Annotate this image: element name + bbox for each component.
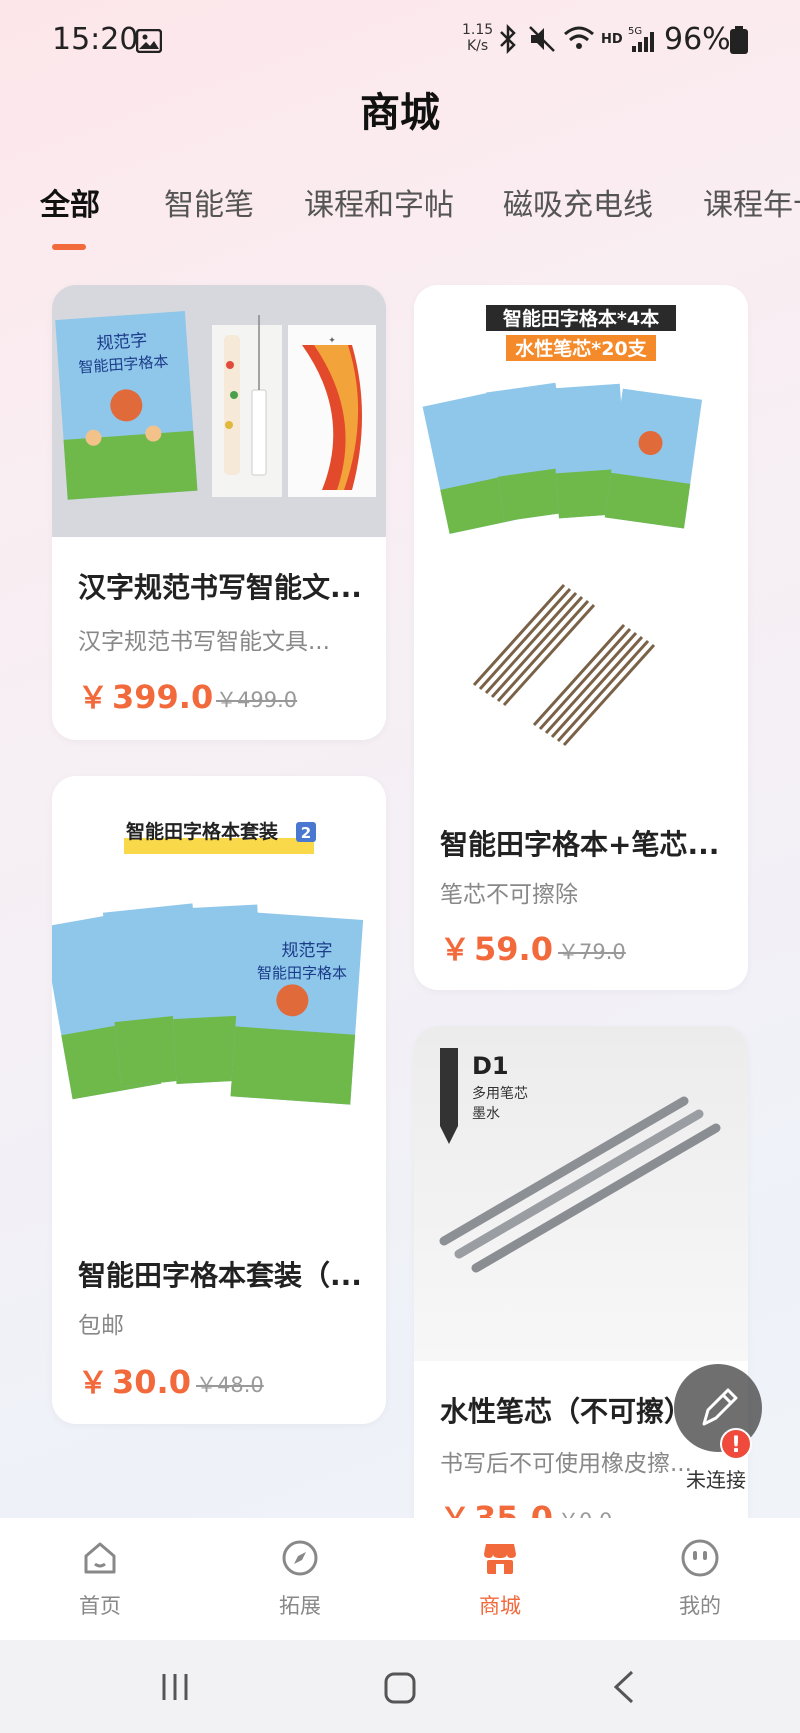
product-image: 智能田字格本套装 2 规范字 智能田字格本 <box>52 776 386 1216</box>
tab-smart-pen[interactable]: 智能笔 <box>164 180 254 224</box>
nav-home[interactable]: 首页 <box>40 1518 160 1640</box>
product-image: 智能田字格本*4本 水性笔芯*20支 <box>414 285 748 785</box>
home-icon <box>84 1542 116 1574</box>
original-price: ￥499.0 <box>216 688 298 712</box>
svg-text:智能田字格本*4本: 智能田字格本*4本 <box>503 307 659 330</box>
bluetooth-icon <box>500 24 516 54</box>
alert-badge: ! <box>720 1428 752 1460</box>
mute-icon <box>529 26 555 52</box>
product-desc: 笔芯不可擦除 <box>440 882 578 908</box>
signal-icon: 5G <box>628 26 654 52</box>
tab-charging-cable[interactable]: 磁吸充电线 <box>503 180 653 224</box>
product-price: ￥ 59.0 <box>440 930 553 968</box>
svg-text:水性笔芯*20支: 水性笔芯*20支 <box>515 337 647 360</box>
original-price: ￥48.0 <box>196 1373 264 1397</box>
wifi-icon <box>564 26 594 49</box>
product-card[interactable]: 规范字 智能田字格本 ✦ 汉字规范书写智能文... 汉字规范书写智能文具... … <box>52 285 386 740</box>
svg-text:2: 2 <box>301 824 311 842</box>
compass-icon <box>282 1540 318 1576</box>
bottom-nav: 首页 拓展 商城 我的 <box>0 1518 800 1640</box>
tab-annual-course[interactable]: 课程年卡 <box>703 180 800 224</box>
svg-text:D1: D1 <box>472 1052 509 1080</box>
tab-all[interactable]: 全部 <box>40 180 100 224</box>
net-speed: 1.15 K/s <box>462 22 494 54</box>
svg-text:智能田字格本: 智能田字格本 <box>257 964 347 982</box>
svg-text:5G: 5G <box>628 26 642 37</box>
page-title: 商城 <box>360 90 440 136</box>
product-image: D1 多用笔芯 墨水 <box>414 1026 748 1361</box>
original-price: ￥79.0 <box>558 940 626 964</box>
back-icon[interactable] <box>612 1670 636 1704</box>
battery-percent: 96% <box>664 22 731 57</box>
hd-icon: HD <box>601 32 623 47</box>
product-price: ￥ 399.0 <box>78 678 214 716</box>
status-bar: 15:20 1.15 K/s HD 5G 96% <box>0 0 800 82</box>
svg-text:规范字: 规范字 <box>282 941 333 961</box>
product-price: ￥ 30.0 <box>78 1363 191 1401</box>
tab-courses-copybooks[interactable]: 课程和字帖 <box>304 180 454 224</box>
svg-text:规范字: 规范字 <box>96 331 148 355</box>
nav-explore[interactable]: 拓展 <box>240 1518 360 1640</box>
product-desc: 汉字规范书写智能文具... <box>78 629 330 655</box>
nav-profile[interactable]: 我的 <box>640 1518 760 1640</box>
svg-text:✦: ✦ <box>328 336 336 346</box>
nav-shop[interactable]: 商城 <box>440 1518 560 1640</box>
system-nav-bar <box>0 1640 800 1733</box>
profile-icon <box>681 1539 719 1577</box>
svg-text:多用笔芯: 多用笔芯 <box>472 1085 528 1102</box>
product-card[interactable]: 智能田字格本*4本 水性笔芯*20支 智能田字格本+笔芯... 笔芯不可擦除 ￥… <box>414 285 748 990</box>
shop-icon <box>484 1544 516 1574</box>
product-desc: 包邮 <box>78 1313 124 1339</box>
product-title: 汉字规范书写智能文... <box>78 571 362 604</box>
gallery-icon <box>136 29 162 53</box>
product-card[interactable]: 智能田字格本套装 2 规范字 智能田字格本 智能田字格本套装（... 包邮 ￥ 3… <box>52 776 386 1424</box>
pen-connection-status: 未连接 <box>686 1468 746 1492</box>
svg-text:墨水: 墨水 <box>472 1106 500 1122</box>
status-time: 15:20 <box>52 22 139 57</box>
product-image: 规范字 智能田字格本 ✦ <box>52 285 386 537</box>
product-title: 智能田字格本+笔芯... <box>440 828 720 861</box>
recent-apps-icon[interactable] <box>160 1672 190 1702</box>
category-tabs: 全部 智能笔 课程和字帖 磁吸充电线 课程年卡 <box>0 180 800 250</box>
home-button-icon[interactable] <box>384 1672 416 1704</box>
tab-indicator <box>52 244 86 250</box>
svg-text:智能田字格本套装: 智能田字格本套装 <box>126 820 278 843</box>
battery-icon <box>730 26 748 54</box>
product-title: 智能田字格本套装（... <box>78 1259 362 1292</box>
